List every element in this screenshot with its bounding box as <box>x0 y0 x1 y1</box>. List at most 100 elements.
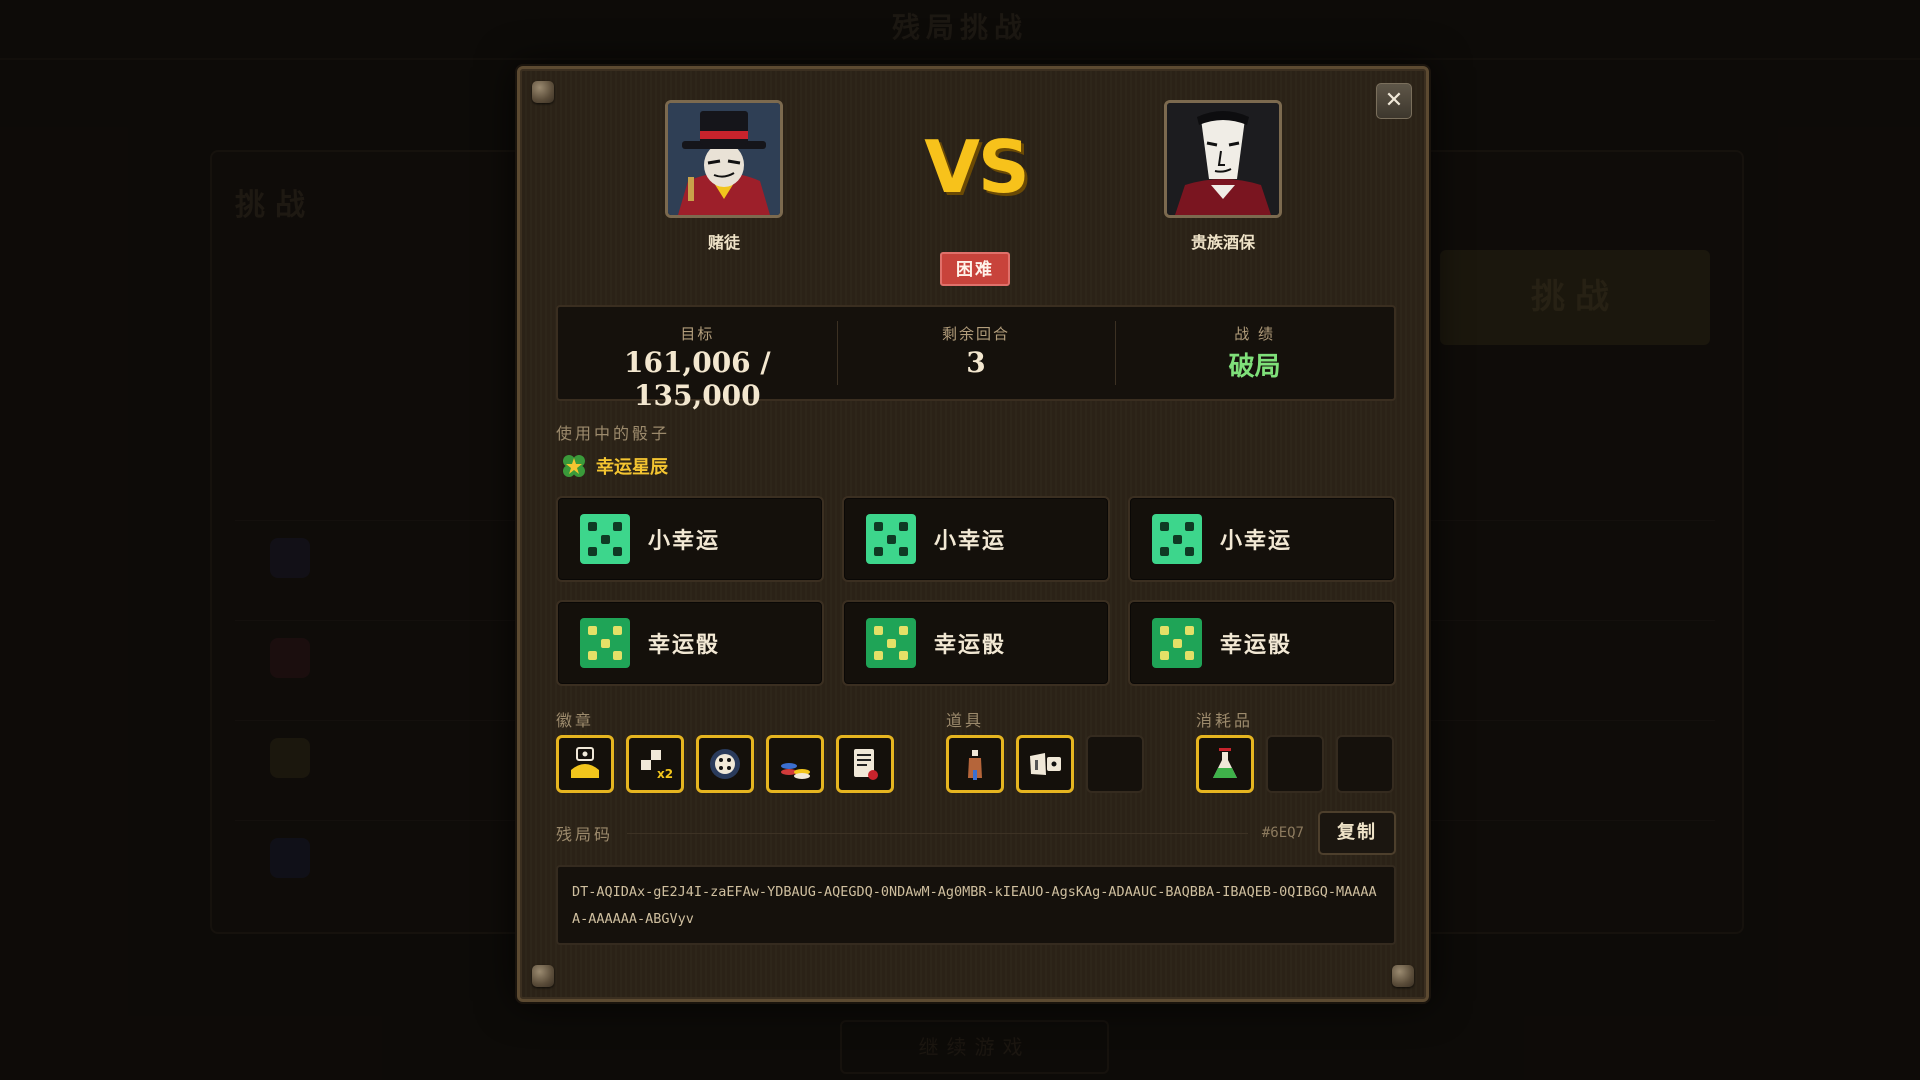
die-five-icon <box>580 618 630 668</box>
challenge-detail-modal: ✕ 赌徒 VS 困难 贵族酒保 目标 161,006 / 135,000 剩余回… <box>517 66 1429 1002</box>
stat-record-label: 战 绩 <box>1234 325 1276 343</box>
die-pip <box>1185 651 1194 660</box>
badge-slot[interactable] <box>556 735 614 793</box>
die-five-icon <box>1152 514 1202 564</box>
stat-rounds: 剩余回合 3 <box>836 307 1116 399</box>
corner-rivet <box>532 965 554 987</box>
save-code-text[interactable]: DT-AQIDAx-gE2J4I-zaEFAw-YDBAUG-AQEGDQ-0N… <box>556 865 1396 945</box>
divider <box>627 832 1248 834</box>
item-slot[interactable] <box>946 735 1004 793</box>
scroll-document-icon <box>854 749 878 780</box>
badge-slot[interactable]: x2 <box>626 735 684 793</box>
gambler-avatar-icon <box>668 103 780 215</box>
die-pip <box>1185 626 1194 635</box>
die-pip <box>600 534 610 544</box>
die-five-icon <box>580 514 630 564</box>
die-pip <box>1185 522 1194 531</box>
die-pip <box>613 522 622 531</box>
die-pip <box>613 651 622 660</box>
ticket-dice-icon <box>1030 753 1061 775</box>
dice-name: 幸运骰 <box>648 632 721 658</box>
dice-card[interactable]: 小幸运 <box>1128 496 1396 582</box>
clover-star-icon <box>563 455 585 477</box>
potion-bottle-icon <box>968 750 982 780</box>
item-slot[interactable] <box>1016 735 1074 793</box>
die-pip <box>886 638 896 648</box>
die-pip <box>886 534 896 544</box>
die-pip <box>874 522 883 531</box>
save-code-label: 残局码 <box>556 825 614 844</box>
stat-target-value: 161,006 / 135,000 <box>624 346 771 412</box>
consumable-slot-empty[interactable] <box>1266 735 1324 793</box>
player-portrait-bartender <box>1164 100 1282 218</box>
die-pip <box>1160 626 1169 635</box>
die-five-icon <box>1152 618 1202 668</box>
dice-card[interactable]: 幸运骰 <box>1128 600 1396 686</box>
die-pip <box>588 547 597 556</box>
dice-grid: 小幸运 小幸运 小幸运 幸运骰 幸运骰 幸运骰 <box>556 496 1396 686</box>
die-pip <box>899 651 908 660</box>
dice-name: 小幸运 <box>934 528 1007 554</box>
coin-stack-icon <box>781 763 810 779</box>
dice-card[interactable]: 幸运骰 <box>842 600 1110 686</box>
player-name-right: 贵族酒保 <box>1190 233 1255 252</box>
close-button[interactable]: ✕ <box>1376 83 1412 119</box>
dice-section-label: 使用中的骰子 <box>556 424 671 443</box>
dice-name: 幸运骰 <box>934 632 1007 658</box>
difficulty-badge: 困难 <box>940 252 1010 286</box>
dice-set-name: 幸运星辰 <box>596 457 668 478</box>
player-portrait-gambler <box>665 100 783 218</box>
item-slots <box>946 735 1156 793</box>
die-pip <box>874 626 883 635</box>
die-pip <box>1160 651 1169 660</box>
consumable-slots <box>1196 735 1406 793</box>
die-pip <box>899 547 908 556</box>
dice-name: 幸运骰 <box>1220 632 1293 658</box>
dice-card[interactable]: 小幸运 <box>556 496 824 582</box>
corner-rivet <box>1392 965 1414 987</box>
dice-card[interactable]: 幸运骰 <box>556 600 824 686</box>
bartender-avatar-icon <box>1167 103 1279 215</box>
badge-slot[interactable] <box>696 735 754 793</box>
die-pip <box>613 547 622 556</box>
stat-rounds-label: 剩余回合 <box>942 325 1011 343</box>
flask-icon <box>1213 748 1237 778</box>
dice-card[interactable]: 小幸运 <box>842 496 1110 582</box>
stat-rounds-value: 3 <box>966 346 986 379</box>
save-code-id: #6EQ7 <box>1261 825 1304 841</box>
die-pip <box>588 651 597 660</box>
die-pip <box>874 651 883 660</box>
stats-panel: 目标 161,006 / 135,000 剩余回合 3 战 绩 破局 <box>556 305 1396 412</box>
badge-slot[interactable] <box>766 735 824 793</box>
stat-record: 战 绩 破局 <box>1115 307 1394 399</box>
die-pip <box>613 626 622 635</box>
die-pip <box>600 638 610 648</box>
consumable-slot[interactable] <box>1196 735 1254 793</box>
die-pip <box>1160 522 1169 531</box>
consumables-label: 消耗品 <box>1196 711 1254 730</box>
die-five-icon <box>866 618 916 668</box>
badge-slots: x2 <box>556 735 906 793</box>
player-name-left: 赌徒 <box>707 233 740 252</box>
item-slot-empty[interactable] <box>1086 735 1144 793</box>
stat-record-value: 破局 <box>1228 352 1281 382</box>
die-pip <box>1172 534 1182 544</box>
save-code-header: 残局码 #6EQ7 复制 <box>556 811 1396 855</box>
stat-target: 目标 161,006 / 135,000 <box>558 307 837 412</box>
badge-slot[interactable] <box>836 735 894 793</box>
dice-set: 幸运星辰 <box>560 451 668 481</box>
money-bag-icon <box>571 747 599 778</box>
dice-x2-icon: x2 <box>641 750 673 781</box>
die-pip <box>899 522 908 531</box>
vs-label: VS <box>924 125 1030 209</box>
badges-label: 徽章 <box>556 711 595 730</box>
die-pip <box>1160 547 1169 556</box>
die-pip <box>588 626 597 635</box>
svg-text:x2: x2 <box>657 767 673 781</box>
dice-gear-icon <box>710 749 740 779</box>
close-icon: ✕ <box>1384 88 1404 113</box>
dice-name: 小幸运 <box>648 528 721 554</box>
consumable-slot-empty[interactable] <box>1336 735 1394 793</box>
copy-button[interactable]: 复制 <box>1318 811 1396 855</box>
die-five-icon <box>866 514 916 564</box>
